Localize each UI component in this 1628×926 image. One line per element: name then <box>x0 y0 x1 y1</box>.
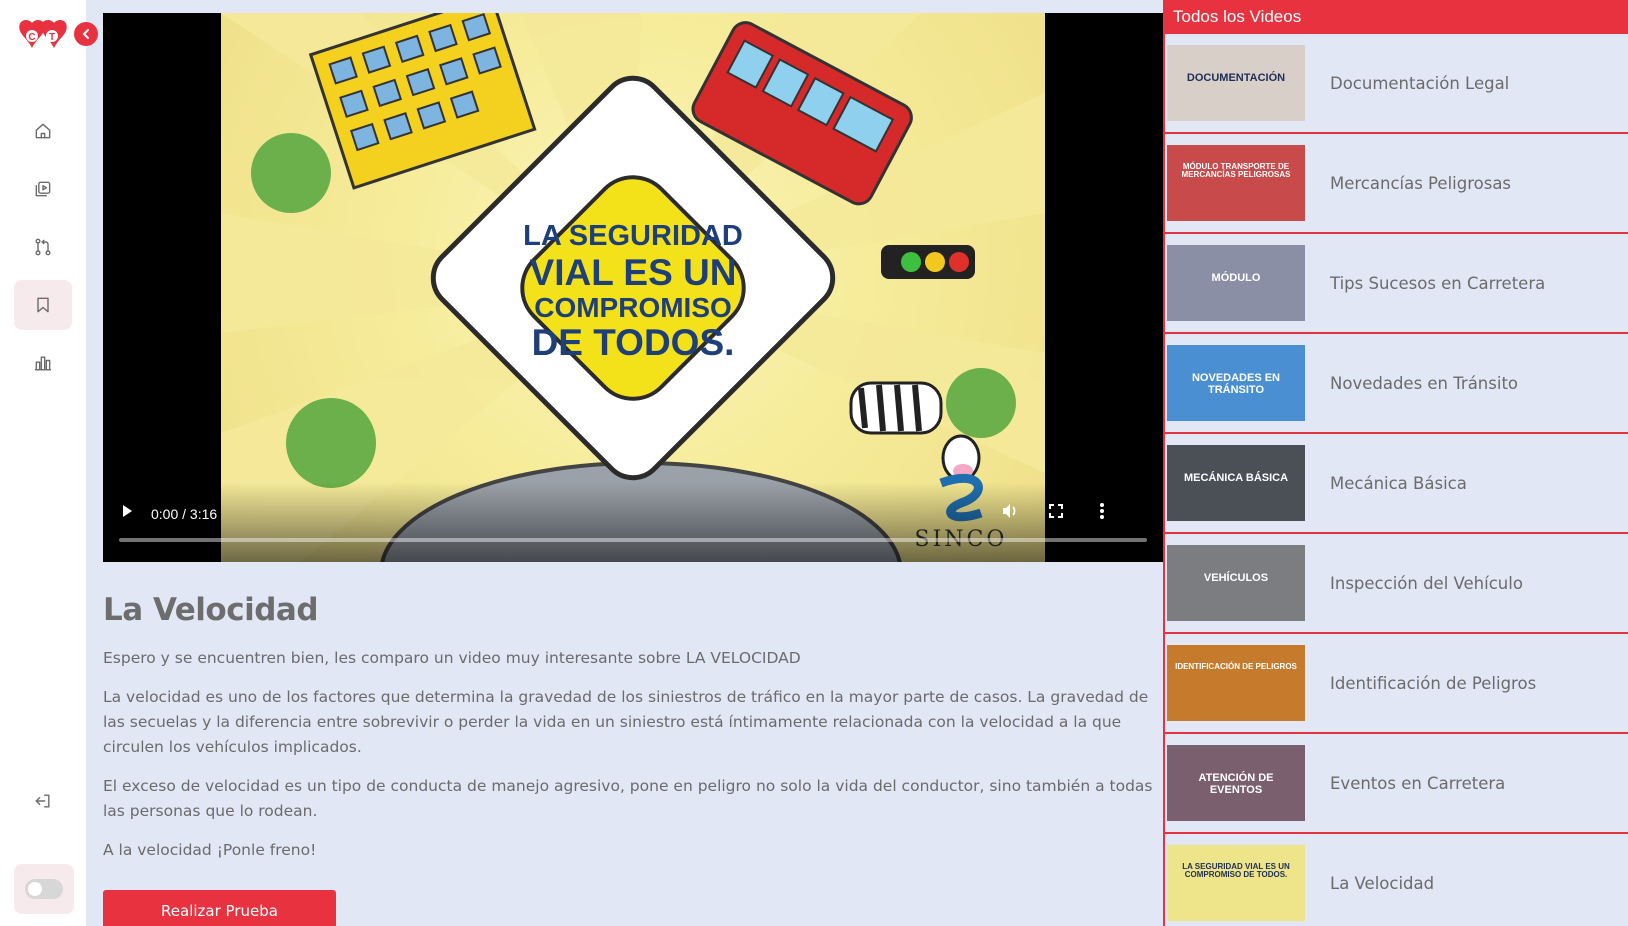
video-list-item[interactable]: LA SEGURIDAD VIAL ES UN COMPROMISO DE TO… <box>1165 834 1628 926</box>
video-thumbnail: VEHÍCULOS <box>1167 545 1305 621</box>
video-thumbnail: DOCUMENTACIÓN <box>1167 45 1305 121</box>
video-thumbnail-text: ATENCIÓN DE EVENTOS <box>1198 772 1274 796</box>
fullscreen-icon <box>1049 504 1063 518</box>
video-player[interactable]: LA SEGURIDAD VIAL ES UN COMPROMISO DE TO… <box>103 13 1163 562</box>
video-thumbnail: ATENCIÓN DE EVENTOS <box>1167 745 1305 821</box>
bar-chart-icon <box>34 356 52 371</box>
sidebar: C T <box>0 0 98 926</box>
theme-toggle-container <box>14 864 74 914</box>
description-paragraph: A la velocidad ¡Ponle freno! <box>103 841 317 859</box>
description-paragraph: La velocidad es uno de los factores que … <box>103 688 1149 756</box>
chevron-left-icon <box>82 29 89 39</box>
play-icon <box>123 505 132 517</box>
video-list-item-label: La Velocidad <box>1330 873 1435 893</box>
video-thumbnail-text: MECÁNICA BÁSICA <box>1183 472 1289 484</box>
video-thumbnail: MÓDULO <box>1167 245 1305 321</box>
take-test-button[interactable]: Realizar Prueba <box>103 890 336 926</box>
nav-stats[interactable] <box>14 338 72 388</box>
theme-toggle[interactable] <box>25 879 63 899</box>
bookmark-icon <box>37 297 49 313</box>
video-list-item[interactable]: MECÁNICA BÁSICA Mecánica Básica <box>1165 434 1628 534</box>
logout-icon <box>35 794 50 808</box>
video-thumbnail: LA SEGURIDAD VIAL ES UN COMPROMISO DE TO… <box>1167 845 1305 921</box>
video-list-item-label: Mecánica Básica <box>1330 473 1467 493</box>
video-list-item[interactable]: IDENTIFICACIÓN DE PELIGROS Identificación… <box>1165 634 1628 734</box>
mute-button[interactable] <box>997 498 1023 524</box>
fullscreen-button[interactable] <box>1043 498 1069 524</box>
video-list-item-label: Documentación Legal <box>1330 73 1510 93</box>
video-list-item[interactable]: NOVEDADES EN TRÁNSITO Novedades en Tránsi… <box>1165 334 1628 434</box>
video-thumbnail: MÓDULO TRANSPORTE DE MERCANCÍAS PELIGROS… <box>1167 145 1305 221</box>
volume-icon <box>1003 504 1016 518</box>
poster-line-1: LA SEGURIDAD <box>523 220 743 252</box>
logout-button[interactable] <box>14 776 72 826</box>
video-library-icon <box>35 181 51 197</box>
video-progress-bar[interactable] <box>119 538 1147 542</box>
video-thumbnail-text: MÓDULO TRANSPORTE DE MERCANCÍAS PELIGROS… <box>1181 162 1291 180</box>
home-icon <box>35 123 51 139</box>
video-list-item-label: Novedades en Tránsito <box>1330 373 1519 393</box>
brand-logo[interactable]: C T <box>18 18 68 52</box>
video-list-item[interactable]: DOCUMENTACIÓN Documentación Legal <box>1165 34 1628 134</box>
video-thumbnail-text: DOCUMENTACIÓN <box>1186 72 1286 84</box>
video-list-item[interactable]: VEHÍCULOS Inspección del Vehículo <box>1165 534 1628 634</box>
video-list-item-label: Inspección del Vehículo <box>1330 573 1523 593</box>
description-paragraph: El exceso de velocidad es un tipo de con… <box>103 777 1153 820</box>
video-list-item-label: Mercancías Peligrosas <box>1330 173 1512 193</box>
video-thumbnail-text: VEHÍCULOS <box>1203 572 1269 584</box>
svg-text:T: T <box>49 32 55 43</box>
poster-line-2: VIAL ES UN <box>530 252 737 293</box>
video-list-item[interactable]: MÓDULO TRANSPORTE DE MERCANCÍAS PELIGROS… <box>1165 134 1628 234</box>
poster-line-3: COMPROMISO <box>534 292 732 323</box>
play-button[interactable] <box>117 501 137 521</box>
video-time: 0:00 / 3:16 <box>151 506 218 522</box>
video-list-item-label: Tips Sucesos en Carretera <box>1330 273 1546 293</box>
nav-home[interactable] <box>14 106 72 156</box>
video-list: DOCUMENTACIÓN Documentación Legal MÓDULO T… <box>1165 34 1628 926</box>
more-vertical-icon <box>1100 503 1104 519</box>
video-list-item-label: Identificación de Peligros <box>1330 673 1537 693</box>
video-list-item-label: Eventos en Carretera <box>1330 773 1506 793</box>
video-list-header: Todos los Videos <box>1165 0 1628 34</box>
nav-videos[interactable] <box>14 164 72 214</box>
video-thumbnail: IDENTIFICACIÓN DE PELIGROS <box>1167 645 1305 721</box>
video-thumbnail-text: IDENTIFICACIÓN DE PELIGROS <box>1175 662 1297 671</box>
video-thumbnail-text: MÓDULO <box>1211 272 1261 284</box>
collapse-sidebar-button[interactable] <box>74 22 98 46</box>
video-thumbnail: NOVEDADES EN TRÁNSITO <box>1167 345 1305 421</box>
nav-courses[interactable] <box>14 222 72 272</box>
nav-bookmarks[interactable] <box>14 280 72 330</box>
video-thumbnail-text: LA SEGURIDAD VIAL ES UN COMPROMISO DE TO… <box>1182 862 1290 880</box>
video-list-panel: Todos los Videos DOCUMENTACIÓN Documentac… <box>1163 0 1628 926</box>
more-options-button[interactable] <box>1089 498 1115 524</box>
video-thumbnail-text: NOVEDADES EN TRÁNSITO <box>1191 372 1281 396</box>
video-list-item[interactable]: ATENCIÓN DE EVENTOS Eventos en Carretera <box>1165 734 1628 834</box>
video-poster: LA SEGURIDAD VIAL ES UN COMPROMISO DE TO… <box>221 13 1045 562</box>
svg-text:C: C <box>28 32 35 43</box>
git-pull-request-icon <box>35 238 51 256</box>
video-list-item[interactable]: MÓDULO Tips Sucesos en Carretera <box>1165 234 1628 334</box>
video-title: La Velocidad <box>103 592 319 628</box>
poster-line-4: DE TODOS. <box>532 322 735 363</box>
description-paragraph: Espero y se encuentren bien, les comparo… <box>103 649 801 667</box>
main-content: LA SEGURIDAD VIAL ES UN COMPROMISO DE TO… <box>103 13 1163 863</box>
video-thumbnail: MECÁNICA BÁSICA <box>1167 445 1305 521</box>
